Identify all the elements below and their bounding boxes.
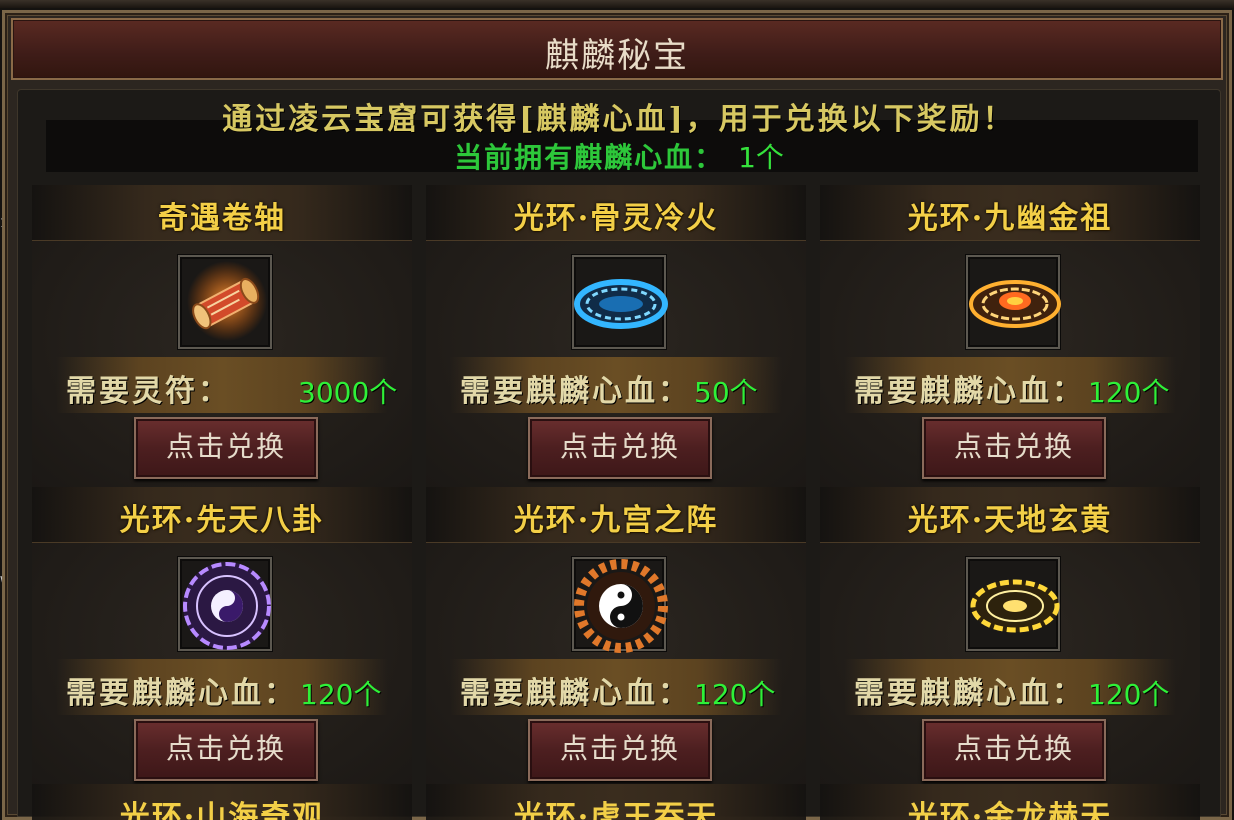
reward-icon-slot[interactable] <box>572 557 668 653</box>
reward-name: 光环·九宫之阵 <box>513 503 719 538</box>
reward-name: 光环·天地玄黄 <box>907 503 1113 538</box>
cost-label: 需要麒麟心血： <box>854 676 1085 711</box>
reward-cell: 光环·骨灵冷火 需要麒麟心血： 50个 点击兑换 <box>426 185 806 488</box>
currency-balance-label: 当前拥有麒麟心血： <box>454 141 725 174</box>
reward-icon-slot[interactable] <box>966 557 1060 651</box>
exchange-button[interactable]: 点击兑换 <box>922 417 1106 479</box>
reward-name: 奇遇卷轴 <box>158 201 286 236</box>
cost-label: 需要麒麟心血： <box>460 676 691 711</box>
top-edge <box>0 0 1234 8</box>
cost-value: 120个 <box>300 678 382 711</box>
reward-name: 光环·虎王吞天 <box>513 800 719 820</box>
cost-value: 120个 <box>1088 678 1170 711</box>
qilin-treasure-window: 麒麟秘宝 通过凌云宝窟可获得[麒麟心血]，用于兑换以下奖励！ 当前拥有麒麟心血：… <box>2 10 1232 820</box>
cost-label: 需要麒麟心血： <box>460 374 691 409</box>
exchange-button[interactable]: 点击兑换 <box>528 417 712 479</box>
reward-grid: 奇遇卷轴 需要灵符： 3000个 点击兑换 光环·骨灵冷火 需要麒麟心血： 50… <box>32 185 1208 820</box>
reward-icon-slot[interactable] <box>572 255 668 349</box>
gold-ring-halo-icon <box>970 579 1060 633</box>
cost-value: 120个 <box>1088 376 1170 409</box>
reward-row-partial: 光环·山海奇观 光环·虎王吞天 光环·金龙赫天 <box>32 784 1208 820</box>
notice-text: 通过凌云宝窟可获得[麒麟心血]，用于兑换以下奖励！ <box>222 102 1016 137</box>
reward-name: 光环·九幽金祖 <box>907 201 1113 236</box>
cost-label: 需要麒麟心血： <box>854 374 1085 409</box>
reward-name-band: 光环·虎王吞天 <box>426 784 806 820</box>
exchange-button[interactable]: 点击兑换 <box>134 417 318 479</box>
exchange-button[interactable]: 点击兑换 <box>528 719 712 781</box>
scroll-icon <box>187 261 267 341</box>
reward-icon-slot[interactable] <box>178 557 272 651</box>
reward-icon-slot[interactable] <box>178 255 272 349</box>
reward-name-band: 光环·山海奇观 <box>32 784 412 820</box>
reward-name: 光环·先天八卦 <box>119 503 325 538</box>
reward-cell: 光环·九宫之阵 需要麒麟心血： 120个 点击兑换 <box>426 487 806 790</box>
cost-value: 50个 <box>694 376 758 409</box>
window-content: 通过凌云宝窟可获得[麒麟心血]，用于兑换以下奖励！ 当前拥有麒麟心血： 1个 奇遇… <box>17 89 1221 820</box>
currency-balance-count: 1个 <box>738 141 784 174</box>
golden-halo-icon <box>969 280 1061 328</box>
reward-name-band: 光环·金龙赫天 <box>820 784 1200 820</box>
reward-name: 光环·骨灵冷火 <box>513 201 719 236</box>
cost-label: 需要麒麟心血： <box>66 676 297 711</box>
cost-value: 120个 <box>694 678 776 711</box>
window-title: 麒麟秘宝 <box>545 36 689 76</box>
reward-cell: 光环·天地玄黄 需要麒麟心血： 120个 点击兑换 <box>820 487 1200 790</box>
currency-balance: 当前拥有麒麟心血： 1个 <box>18 136 1220 176</box>
reward-cell: 奇遇卷轴 需要灵符： 3000个 点击兑换 <box>32 185 412 488</box>
cost-label: 需要灵符： <box>66 374 231 409</box>
exchange-button[interactable]: 点击兑换 <box>134 719 318 781</box>
yin-yang-halo-icon <box>574 559 668 653</box>
reward-name: 光环·金龙赫天 <box>907 800 1113 820</box>
reward-icon-slot[interactable] <box>966 255 1061 349</box>
cost-value: 3000个 <box>298 376 398 409</box>
blue-flame-halo-icon <box>574 279 668 329</box>
reward-cell: 光环·九幽金祖 需要麒麟心血： 120个 点击兑换 <box>820 185 1200 488</box>
reward-name: 光环·山海奇观 <box>119 800 325 820</box>
purple-bagua-halo-icon <box>183 562 271 650</box>
window-titlebar[interactable]: 麒麟秘宝 <box>11 18 1223 80</box>
reward-cell: 光环·先天八卦 需要麒麟心血： 120个 点击兑换 <box>32 487 412 790</box>
exchange-button[interactable]: 点击兑换 <box>922 719 1106 781</box>
